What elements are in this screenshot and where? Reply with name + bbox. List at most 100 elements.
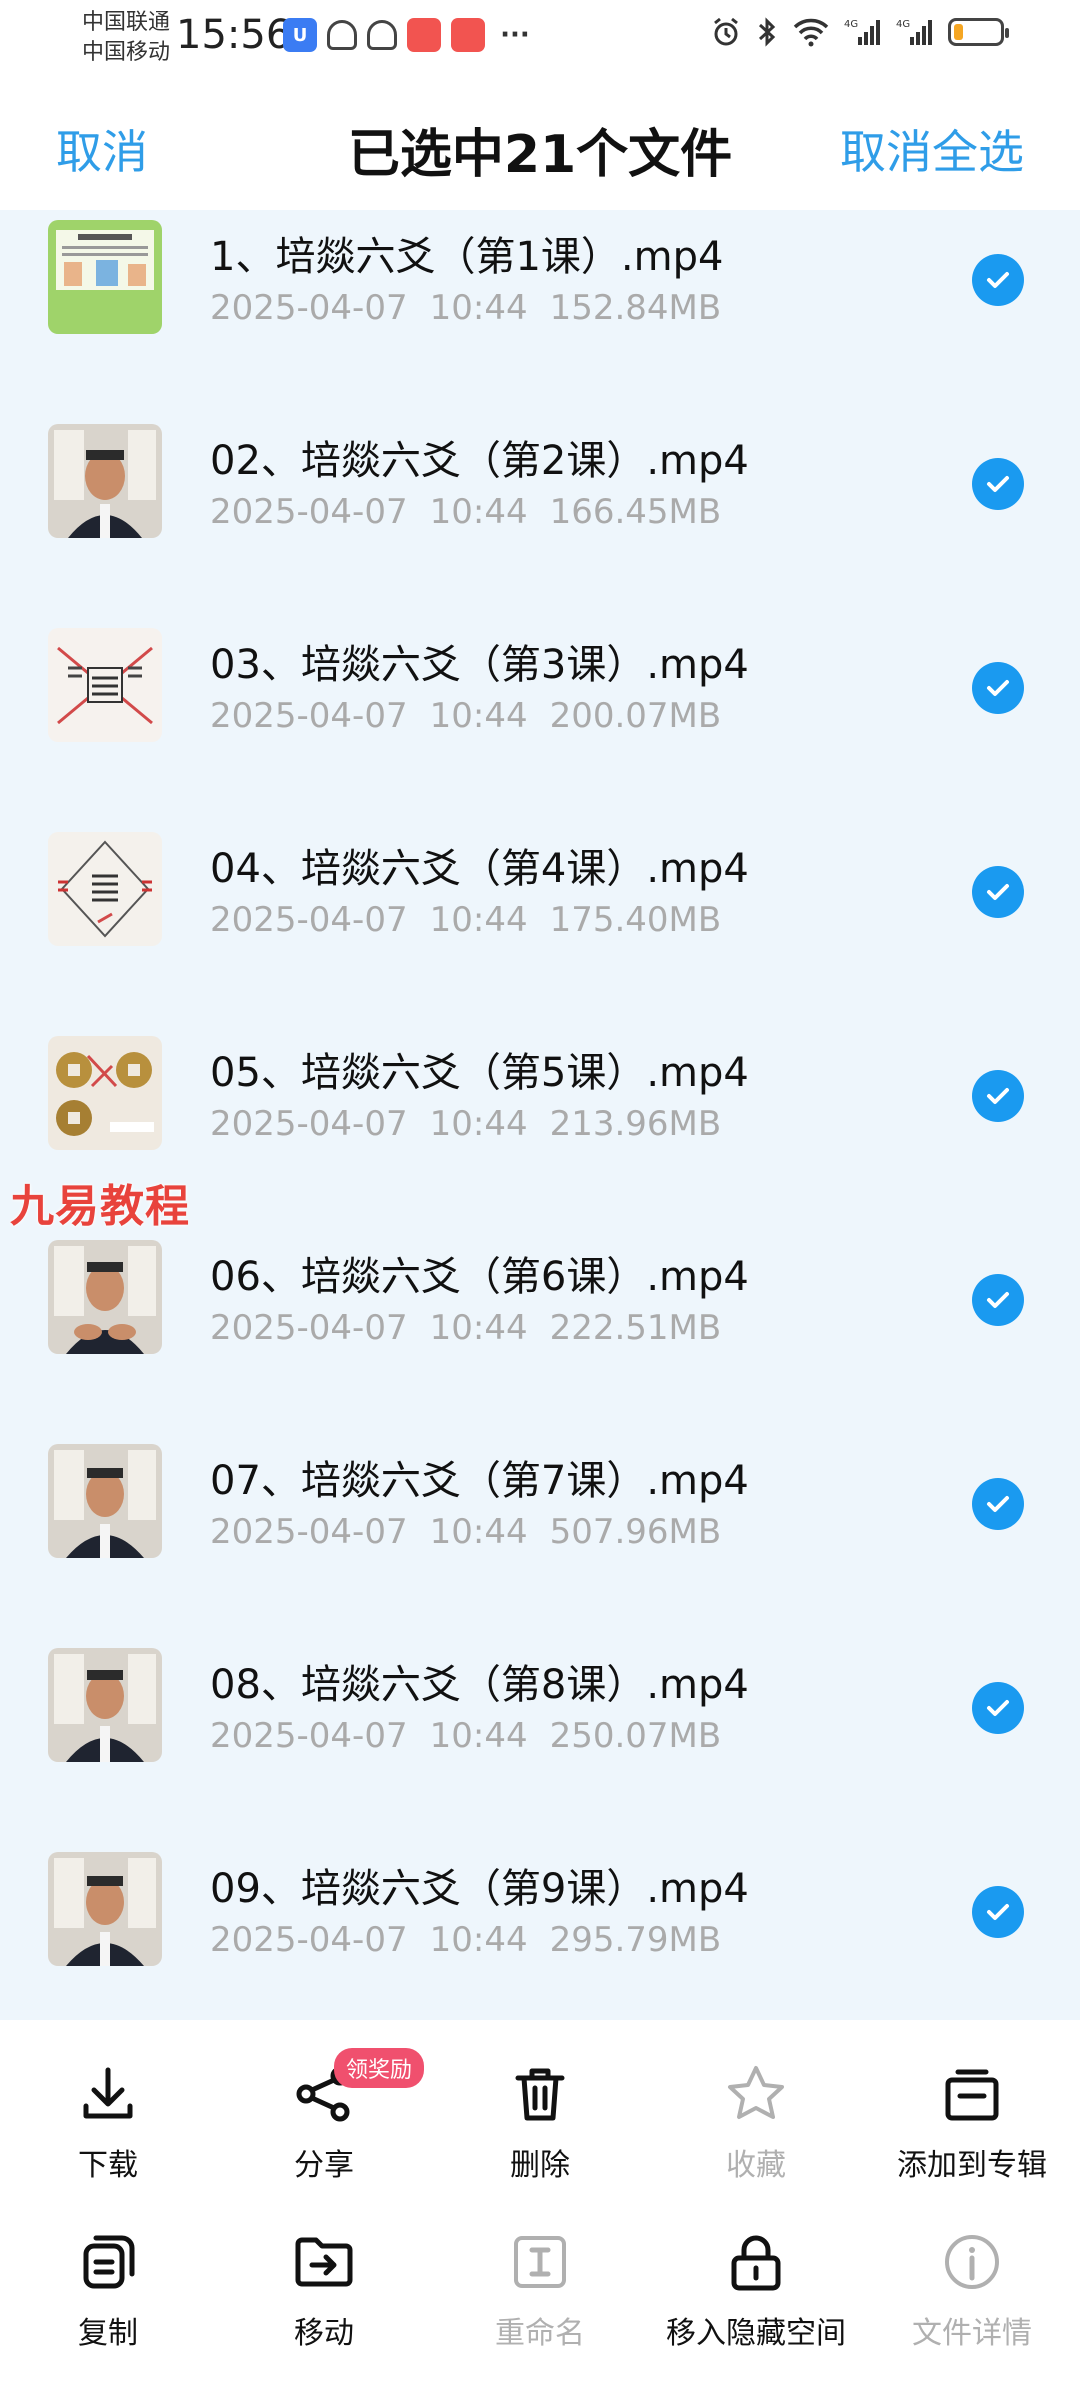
video-thumbnail xyxy=(48,1852,162,1966)
file-date: 2025-04-07 xyxy=(210,1920,408,1960)
selected-check-icon[interactable] xyxy=(972,1682,1024,1734)
file-selection-screen: 中国联通 中国移动 15:56 U ··· 4G 4G 取消 已选中21个文件 … xyxy=(0,0,1080,2400)
video-thumbnail xyxy=(48,628,162,742)
notification-icons: U ··· xyxy=(283,18,535,52)
file-date: 2025-04-07 xyxy=(210,492,408,532)
delete-label: 删除 xyxy=(510,2148,570,2183)
battery-level xyxy=(954,24,963,40)
video-thumbnail xyxy=(48,1444,162,1558)
selected-check-icon[interactable] xyxy=(972,254,1024,306)
list-item[interactable]: 08、培燚六爻（第8课）.mp4 2025-04-07 10:44 250.07MB xyxy=(0,1630,1080,1834)
download-icon xyxy=(83,2067,133,2119)
download-label: 下载 xyxy=(78,2148,138,2183)
more-notifications-icon: ··· xyxy=(500,20,530,50)
file-time: 10:44 xyxy=(429,900,528,940)
file-meta: 2025-04-07 10:44 213.96MB xyxy=(210,1104,743,1144)
file-meta: 2025-04-07 10:44 250.07MB xyxy=(210,1716,743,1756)
rename-button[interactable]: 重命名 xyxy=(432,2230,648,2352)
rename-label: 重命名 xyxy=(495,2316,585,2351)
file-meta: 2025-04-07 10:44 152.84MB xyxy=(210,288,743,328)
list-item[interactable]: 03、培燚六爻（第3课）.mp4 2025-04-07 10:44 200.07MB xyxy=(0,610,1080,814)
wifi-icon xyxy=(793,18,829,47)
file-size: 507.96MB xyxy=(549,1512,722,1552)
selected-check-icon[interactable] xyxy=(972,866,1024,918)
file-size: 166.45MB xyxy=(549,492,722,532)
file-size: 295.79MB xyxy=(549,1920,722,1960)
watermark-text: 九易教程 xyxy=(10,1181,190,1232)
selected-check-icon[interactable] xyxy=(972,458,1024,510)
file-meta: 2025-04-07 10:44 507.96MB xyxy=(210,1512,743,1552)
file-list: 1、培燚六爻（第1课）.mp4 2025-04-07 10:44 152.84MB … xyxy=(0,210,1080,2020)
deselect-all-button[interactable]: 取消全选 xyxy=(840,116,1024,182)
list-item[interactable]: 07、培燚六爻（第7课）.mp4 2025-04-07 10:44 507.96MB xyxy=(0,1426,1080,1630)
file-size: 250.07MB xyxy=(549,1716,722,1756)
svg-text:4G: 4G xyxy=(896,19,910,30)
file-time: 10:44 xyxy=(429,1512,528,1552)
carrier-1: 中国联通 xyxy=(82,10,171,35)
file-date: 2025-04-07 xyxy=(210,1716,408,1756)
file-time: 10:44 xyxy=(429,696,528,736)
file-date: 2025-04-07 xyxy=(210,1104,408,1144)
selected-check-icon[interactable] xyxy=(972,1478,1024,1530)
file-name: 05、培燚六爻（第5课）.mp4 xyxy=(210,1050,749,1096)
file-meta: 2025-04-07 10:44 200.07MB xyxy=(210,696,743,736)
file-meta: 2025-04-07 10:44 166.45MB xyxy=(210,492,743,532)
list-item[interactable]: 06、培燚六爻（第6课）.mp4 2025-04-07 10:44 222.51MB xyxy=(0,1222,1080,1426)
list-item[interactable]: 02、培燚六爻（第2课）.mp4 2025-04-07 10:44 166.45MB xyxy=(0,406,1080,610)
share-button[interactable]: 分享 领奖励 xyxy=(216,2048,432,2184)
file-time: 10:44 xyxy=(429,1308,528,1348)
album-icon xyxy=(945,2069,999,2121)
video-thumbnail xyxy=(48,1648,162,1762)
selected-check-icon[interactable] xyxy=(972,662,1024,714)
delete-button[interactable]: 删除 xyxy=(432,2062,648,2184)
rename-icon xyxy=(514,2236,566,2288)
download-button[interactable]: 下载 xyxy=(0,2062,216,2184)
bottom-action-bar: 下载 分享 领奖励 删除 收藏 添加到专辑 复制 移动 重命名 移入隐藏空间 文… xyxy=(0,2020,1080,2400)
file-size: 213.96MB xyxy=(549,1104,722,1144)
copy-button[interactable]: 复制 xyxy=(0,2230,216,2352)
selected-check-icon[interactable] xyxy=(972,1070,1024,1122)
shop-notification-icon xyxy=(407,18,441,52)
status-bar: 中国联通 中国移动 15:56 U ··· 4G 4G xyxy=(0,0,1080,80)
file-date: 2025-04-07 xyxy=(210,288,408,328)
file-time: 10:44 xyxy=(429,288,528,328)
file-time: 10:44 xyxy=(429,1716,528,1756)
star-icon xyxy=(728,2066,784,2119)
app-notification-icon: U xyxy=(283,18,317,52)
video-thumbnail xyxy=(48,220,162,334)
favorite-label: 收藏 xyxy=(726,2148,786,2183)
move-label: 移动 xyxy=(294,2316,354,2351)
status-time: 15:56 xyxy=(176,12,292,58)
list-item[interactable]: 09、培燚六爻（第9课）.mp4 2025-04-07 10:44 295.79MB xyxy=(0,1834,1080,2020)
file-date: 2025-04-07 xyxy=(210,696,408,736)
lock-icon xyxy=(731,2235,781,2291)
selection-header: 取消 已选中21个文件 取消全选 xyxy=(0,80,1080,210)
file-name: 04、培燚六爻（第4课）.mp4 xyxy=(210,846,749,892)
move-to-hidden-label: 移入隐藏空间 xyxy=(666,2316,846,2351)
list-item[interactable]: 1、培燚六爻（第1课）.mp4 2025-04-07 10:44 152.84MB xyxy=(0,210,1080,406)
add-to-album-label: 添加到专辑 xyxy=(897,2148,1047,2183)
file-name: 06、培燚六爻（第6课）.mp4 xyxy=(210,1254,749,1300)
copy-label: 复制 xyxy=(78,2316,138,2351)
add-to-album-button[interactable]: 添加到专辑 xyxy=(864,2062,1080,2184)
bluetooth-icon xyxy=(758,17,776,47)
move-to-hidden-button[interactable]: 移入隐藏空间 xyxy=(648,2230,864,2352)
move-button[interactable]: 移动 xyxy=(216,2230,432,2352)
carrier-2: 中国移动 xyxy=(82,40,171,65)
share-reward-badge: 领奖励 xyxy=(334,2048,425,2088)
file-details-label: 文件详情 xyxy=(912,2316,1032,2351)
list-item[interactable]: 04、培燚六爻（第4课）.mp4 2025-04-07 10:44 175.40MB xyxy=(0,814,1080,1018)
favorite-button[interactable]: 收藏 xyxy=(648,2062,864,2184)
selected-check-icon[interactable] xyxy=(972,1274,1024,1326)
app-notification-icon xyxy=(367,20,397,50)
shop-notification-icon xyxy=(451,18,485,52)
file-size: 200.07MB xyxy=(549,696,722,736)
file-name: 03、培燚六爻（第3课）.mp4 xyxy=(210,642,749,688)
video-thumbnail xyxy=(48,424,162,538)
trash-icon xyxy=(515,2068,565,2121)
file-details-button[interactable]: 文件详情 xyxy=(864,2230,1080,2352)
selected-check-icon[interactable] xyxy=(972,1886,1024,1938)
file-time: 10:44 xyxy=(429,1104,528,1144)
video-thumbnail xyxy=(48,1036,162,1150)
file-size: 175.40MB xyxy=(549,900,722,940)
